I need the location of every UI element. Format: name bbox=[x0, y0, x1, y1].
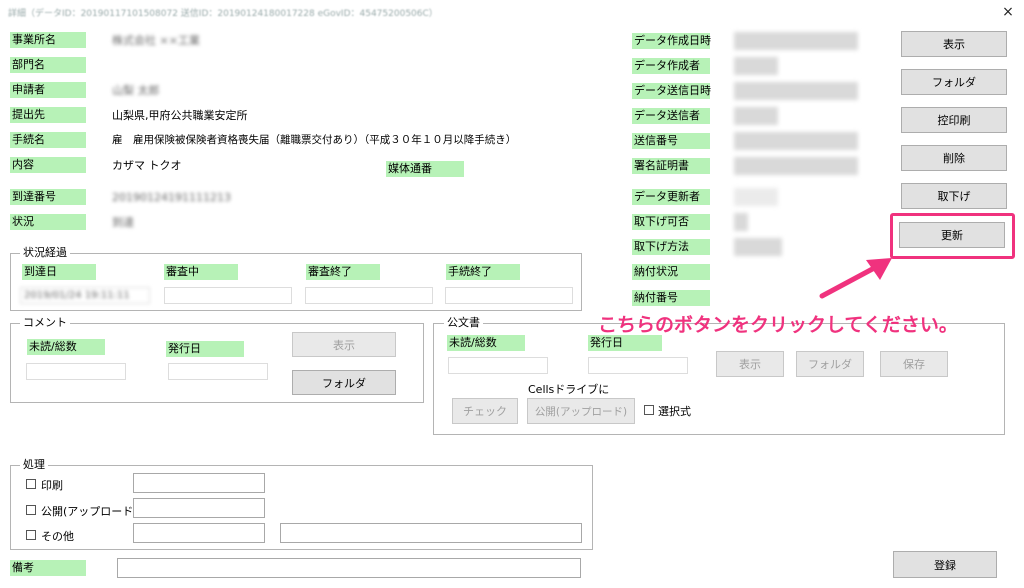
label-withdraw-possible: 取下げ可否 bbox=[632, 214, 710, 230]
label-review-done: 審査終了 bbox=[306, 264, 380, 280]
label-comment-unread: 未読/総数 bbox=[27, 339, 105, 355]
other-checkbox[interactable] bbox=[26, 530, 36, 540]
label-data-created-at: データ作成日時 bbox=[632, 33, 711, 49]
label-arrival-number: 到達番号 bbox=[10, 189, 86, 205]
label-send-number: 送信番号 bbox=[632, 133, 710, 149]
label-arrival-date: 到達日 bbox=[22, 264, 96, 280]
value-media-number bbox=[470, 158, 558, 175]
close-icon[interactable]: × bbox=[998, 2, 1018, 22]
update-button[interactable]: 更新 bbox=[899, 222, 1005, 248]
register-button[interactable]: 登録 bbox=[893, 551, 997, 578]
callout-arrow-icon bbox=[819, 258, 892, 299]
label-data-creator: データ作成者 bbox=[632, 58, 710, 74]
print-option-label: 印刷 bbox=[41, 479, 63, 492]
callout-text: こちらのボタンをクリックしてください。 bbox=[598, 314, 958, 336]
doc-unread-field bbox=[448, 357, 548, 374]
label-media-number: 媒体通番 bbox=[386, 161, 464, 177]
label-data-sent-at: データ送信日時 bbox=[632, 83, 711, 99]
value-data-created-at bbox=[734, 32, 858, 50]
show-button[interactable]: 表示 bbox=[901, 31, 1007, 57]
value-department bbox=[106, 57, 344, 74]
comment-title: コメント bbox=[20, 317, 70, 329]
doc-folder-button[interactable]: フォルダ bbox=[796, 351, 864, 377]
select-label: 選択式 bbox=[658, 405, 691, 418]
arrival-date-field: 2019/01/24 19:11:11 bbox=[20, 287, 150, 304]
publish-checkbox[interactable] bbox=[26, 505, 36, 515]
cells-drive-label: Cellsドライブに bbox=[528, 383, 610, 396]
label-data-updater: データ更新者 bbox=[632, 189, 710, 205]
label-doc-unread: 未読/総数 bbox=[447, 335, 525, 351]
label-under-review: 審査中 bbox=[164, 264, 238, 280]
window-title: 詳細（データID：20190117101508072 送信ID：20190124… bbox=[8, 9, 438, 19]
label-office-name: 事業所名 bbox=[10, 32, 86, 48]
check-button[interactable]: チェック bbox=[452, 398, 518, 424]
value-status: 到達 bbox=[106, 214, 238, 231]
processing-title: 処理 bbox=[20, 459, 48, 471]
value-data-sent-at bbox=[734, 82, 858, 100]
label-withdraw-method: 取下げ方法 bbox=[632, 239, 710, 255]
label-status: 状況 bbox=[10, 214, 86, 230]
value-arrival-number: 20190124191111213 bbox=[106, 189, 238, 206]
withdraw-button[interactable]: 取下げ bbox=[901, 183, 1007, 209]
review-done-field bbox=[305, 287, 433, 304]
value-data-sender bbox=[734, 107, 778, 125]
label-procedure-done: 手続終了 bbox=[446, 264, 520, 280]
label-payment-status: 納付状況 bbox=[632, 264, 710, 280]
label-submit-to: 提出先 bbox=[10, 107, 86, 123]
other-option-label: その他 bbox=[41, 530, 74, 543]
label-data-sender: データ送信者 bbox=[632, 108, 710, 124]
publish-field[interactable] bbox=[133, 498, 265, 518]
label-payment-number: 納付番号 bbox=[632, 290, 710, 306]
label-applicant: 申請者 bbox=[10, 82, 86, 98]
status-history-title: 状況経過 bbox=[20, 247, 70, 259]
doc-show-button[interactable]: 表示 bbox=[716, 351, 784, 377]
value-office-name: 株式会社 ××工業 bbox=[106, 32, 328, 49]
comment-show-button[interactable]: 表示 bbox=[292, 332, 396, 357]
value-procedure-name: 雇 雇用保険被保険者資格喪失届（離職票交付あり）（平成３０年１０月以降手続き） bbox=[106, 132, 558, 149]
publish-upload-button[interactable]: 公開(アップロード) bbox=[527, 398, 635, 424]
value-content: カザマ トクオ bbox=[106, 157, 340, 174]
comment-unread-field bbox=[26, 363, 126, 380]
procedure-done-field bbox=[445, 287, 573, 304]
receipt-print-button[interactable]: 控印刷 bbox=[901, 107, 1007, 133]
remarks-field[interactable] bbox=[117, 558, 581, 578]
print-checkbox[interactable] bbox=[26, 479, 36, 489]
other-field[interactable] bbox=[133, 523, 265, 543]
comment-folder-button[interactable]: フォルダ bbox=[292, 370, 396, 395]
label-procedure-name: 手続名 bbox=[10, 132, 86, 148]
print-field[interactable] bbox=[133, 473, 265, 493]
official-doc-title: 公文書 bbox=[444, 317, 483, 329]
value-applicant: 山梨 太郎 bbox=[106, 82, 238, 99]
other-detail-field[interactable] bbox=[280, 523, 582, 543]
value-submit-to: 山梨県,甲府公共職業安定所 bbox=[106, 107, 368, 124]
value-withdraw-possible bbox=[734, 213, 748, 231]
under-review-field bbox=[164, 287, 292, 304]
folder-button[interactable]: フォルダ bbox=[901, 69, 1007, 95]
publish-option-label: 公開(アップロード) bbox=[41, 505, 138, 518]
label-department: 部門名 bbox=[10, 57, 86, 73]
comment-issue-date-field bbox=[168, 363, 268, 380]
delete-button[interactable]: 削除 bbox=[901, 145, 1007, 171]
value-data-updater bbox=[734, 188, 778, 206]
label-remarks: 備考 bbox=[10, 560, 86, 576]
label-comment-issue-date: 発行日 bbox=[166, 341, 244, 357]
label-content: 内容 bbox=[10, 157, 86, 173]
select-checkbox[interactable] bbox=[644, 405, 654, 415]
doc-issue-date-field bbox=[588, 357, 688, 374]
value-send-number bbox=[734, 132, 858, 150]
value-data-creator bbox=[734, 57, 778, 75]
value-withdraw-method bbox=[734, 238, 782, 256]
label-doc-issue-date: 発行日 bbox=[588, 335, 662, 351]
doc-save-button[interactable]: 保存 bbox=[880, 351, 948, 377]
label-signature-cert: 署名証明書 bbox=[632, 158, 710, 174]
value-signature-cert bbox=[734, 157, 858, 175]
